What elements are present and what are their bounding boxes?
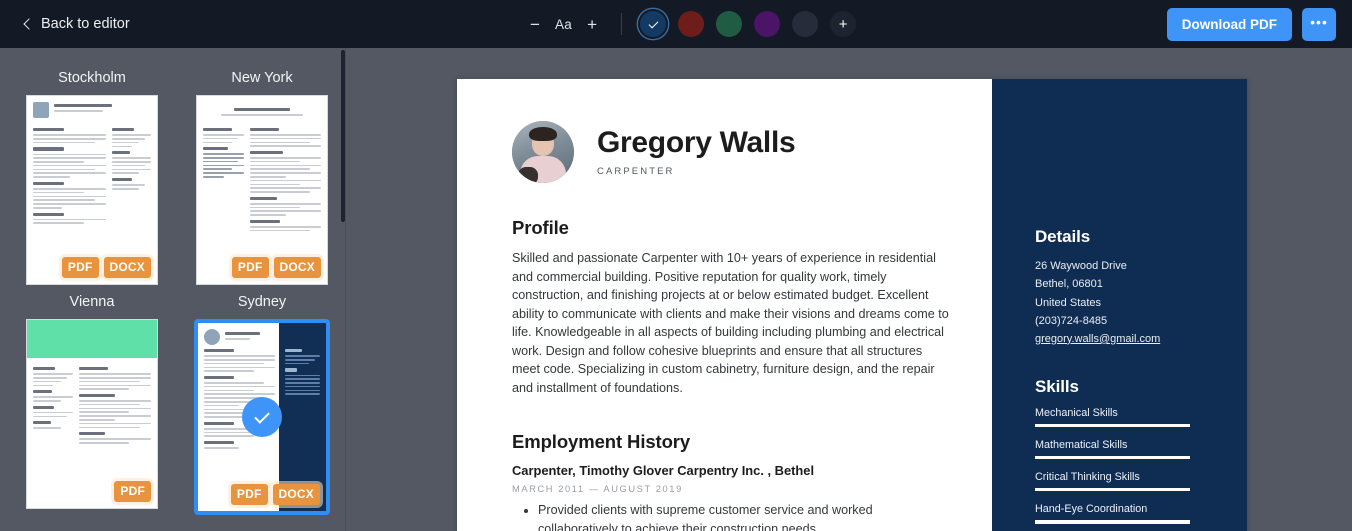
skill-label: Hand-Eye Coordination	[1035, 503, 1148, 516]
download-pdf-button[interactable]: Download PDF	[1166, 7, 1292, 41]
check-icon	[254, 407, 270, 424]
profile-text: Skilled and passionate Carpenter with 10…	[512, 251, 949, 395]
format-badges: PDF DOCX	[231, 257, 321, 278]
avatar	[512, 121, 574, 183]
resume-header: Gregory Walls CARPENTER	[512, 121, 992, 183]
skills-section: Skills Mechanical Skills Mathematical Sk…	[1035, 377, 1247, 524]
template-name-sydney: Sydney	[237, 294, 287, 310]
font-increase-button[interactable]: +	[585, 16, 599, 33]
template-thumbnail-vienna[interactable]: PDF	[26, 319, 158, 509]
font-decrease-button[interactable]: −	[528, 16, 542, 33]
profile-heading: Profile	[512, 217, 569, 238]
detail-phone: (203)724-8485	[1035, 315, 1108, 328]
skill-label: Mathematical Skills	[1035, 439, 1128, 452]
toolbar-divider	[621, 13, 623, 35]
top-toolbar: Back to editor − Aa + + Download PDF •••	[0, 0, 1352, 48]
custom-color-wrapper: +	[827, 8, 859, 40]
badge-pdf: PDF	[61, 257, 99, 278]
employment-heading: Employment History	[512, 431, 691, 452]
template-cell-stockholm: Stockholm PDF DOCX	[16, 70, 168, 285]
skill-label: Critical Thinking Skills	[1035, 471, 1140, 484]
detail-address-line1: 26 Waywood Drive	[1035, 260, 1127, 272]
resume-main-column: Gregory Walls CARPENTER Profile Skilled …	[457, 79, 992, 531]
detail-country: United States	[1035, 296, 1102, 309]
add-custom-color-button[interactable]: +	[827, 8, 859, 40]
mini-blue-sidebar	[278, 323, 326, 511]
check-icon	[648, 18, 659, 28]
details-heading: Details	[1035, 227, 1091, 246]
skill-item: Hand-Eye Coordination	[1035, 503, 1190, 524]
mini-green-header	[27, 320, 157, 358]
mini-photo	[204, 329, 220, 345]
badge-docx: DOCX	[273, 257, 321, 278]
format-badges: PDF	[114, 481, 151, 502]
badge-pdf: PDF	[230, 484, 268, 505]
resume-name: Gregory Walls	[597, 126, 796, 160]
skills-heading: Skills	[1035, 376, 1079, 396]
chevron-left-icon	[22, 19, 32, 29]
badge-pdf: PDF	[231, 257, 269, 278]
top-actions: Download PDF •••	[1166, 0, 1336, 48]
back-to-editor-label: Back to editor	[41, 16, 130, 32]
color-swatch-purple[interactable]	[754, 11, 781, 37]
job-bullet-list: Provided clients with supreme customer s…	[512, 501, 992, 531]
resume-identity: Gregory Walls CARPENTER	[597, 126, 796, 177]
resume-sidebar: Details 26 Waywood Drive Bethel, 06801 U…	[992, 79, 1247, 531]
color-swatch-dark-green[interactable]	[716, 11, 743, 37]
thumbnail-preview	[197, 96, 327, 284]
font-size-label[interactable]: Aa	[555, 17, 572, 32]
template-cell-vienna: Vienna PDF	[16, 294, 168, 515]
job-date-range: MARCH 2011 — AUGUST 2019	[512, 484, 683, 494]
mini-photo	[33, 102, 49, 118]
color-swatch-dark-red[interactable]	[678, 11, 705, 37]
skill-item: Critical Thinking Skills	[1035, 471, 1190, 492]
resume-role: CARPENTER	[597, 165, 675, 177]
skill-label: Mechanical Skills	[1035, 406, 1118, 419]
skill-level-bar	[1035, 488, 1190, 492]
template-picker-panel: Stockholm PDF DOCX New York PDF DOCX Vie…	[0, 48, 345, 531]
thumbnail-preview	[27, 320, 157, 508]
thumbnail-preview	[27, 96, 157, 284]
more-options-button[interactable]: •••	[1302, 7, 1336, 41]
badge-pdf: PDF	[114, 481, 151, 502]
format-badges: PDF DOCX	[230, 484, 320, 505]
resume-preview-stage: Gregory Walls CARPENTER Profile Skilled …	[346, 48, 1352, 531]
badge-docx: DOCX	[103, 257, 151, 278]
template-cell-new-york: New York PDF DOCX	[186, 70, 338, 285]
skill-item: Mathematical Skills	[1035, 439, 1190, 460]
skill-item: Mechanical Skills	[1035, 406, 1190, 428]
detail-address-line2: Bethel, 06801	[1035, 278, 1103, 291]
template-name-stockholm: Stockholm	[58, 70, 126, 86]
color-swatch-list: +	[640, 8, 859, 40]
badge-docx: DOCX	[272, 484, 320, 505]
detail-email-link[interactable]: gregory.walls@gmail.com	[1035, 333, 1247, 345]
font-size-control: − Aa +	[528, 16, 599, 33]
skill-level-bar	[1035, 423, 1190, 428]
format-badges: PDF DOCX	[61, 257, 151, 278]
list-item: Provided clients with supreme customer s…	[538, 501, 953, 531]
skill-level-bar	[1035, 456, 1190, 460]
template-cell-sydney: Sydney PDF DOCX	[186, 294, 338, 515]
skill-level-bar	[1035, 520, 1190, 524]
template-thumbnail-sydney[interactable]: PDF DOCX	[194, 319, 330, 515]
resume-page: Gregory Walls CARPENTER Profile Skilled …	[457, 79, 1247, 531]
template-thumbnail-stockholm[interactable]: PDF DOCX	[26, 95, 158, 285]
color-swatch-navy[interactable]	[640, 11, 667, 37]
job-title: Carpenter, Timothy Glover Carpentry Inc.…	[512, 463, 815, 478]
selected-check-badge	[242, 397, 282, 437]
appearance-tools: − Aa + +	[528, 0, 859, 48]
template-thumbnail-new-york[interactable]: PDF DOCX	[196, 95, 328, 285]
template-grid: Stockholm PDF DOCX New York PDF DOCX Vie…	[0, 48, 345, 524]
template-name-new-york: New York	[231, 70, 293, 86]
resume-builder-preview-screen: Back to editor − Aa + + Download PDF •••…	[0, 0, 1352, 531]
template-name-vienna: Vienna	[69, 294, 115, 310]
color-swatch-dark-gray[interactable]	[792, 11, 819, 37]
back-to-editor-button[interactable]: Back to editor	[22, 16, 130, 32]
